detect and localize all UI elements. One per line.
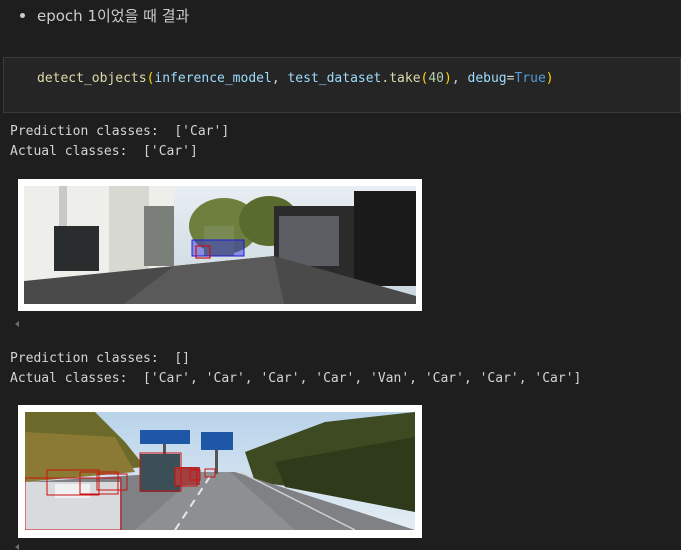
street-scene-image [24,186,416,304]
output-actual-1: Actual classes: ['Car'] [10,144,198,159]
code-function-name: detect_objects [37,71,147,86]
code-line[interactable]: detect_objects(inference_model, test_dat… [37,71,554,86]
output-prediction-1: Prediction classes: ['Car'] [10,124,230,139]
prediction-box [191,239,245,257]
bullet-dot-icon [20,12,25,18]
highway-scene-image [25,412,415,530]
code-inner-close-paren: ) [444,71,452,86]
scroll-left-icon-2[interactable] [15,544,19,550]
output-prediction-2: Prediction classes: [] [10,351,191,366]
output-actual-2: Actual classes: ['Car', 'Car', 'Car', 'C… [10,371,582,386]
code-comma-2: , [451,71,468,86]
scroll-left-icon[interactable] [15,321,19,327]
code-cell[interactable]: detect_objects(inference_model, test_dat… [3,57,681,113]
code-close-paren: ) [545,71,554,86]
code-arg-model: inference_model [154,71,272,86]
code-method-take: .take [381,71,421,86]
output-image-2 [18,405,422,538]
code-take-count: 40 [428,71,445,86]
bullet-text: epoch 1이었을 때 결과 [37,6,190,25]
code-arg-dataset: test_dataset [287,71,382,86]
markdown-bullet: epoch 1이었을 때 결과 [20,4,189,26]
code-kwarg-name: debug [467,71,507,86]
code-kwarg-value: True [514,71,546,86]
code-comma: , [271,71,288,86]
output-image-1 [18,179,422,311]
